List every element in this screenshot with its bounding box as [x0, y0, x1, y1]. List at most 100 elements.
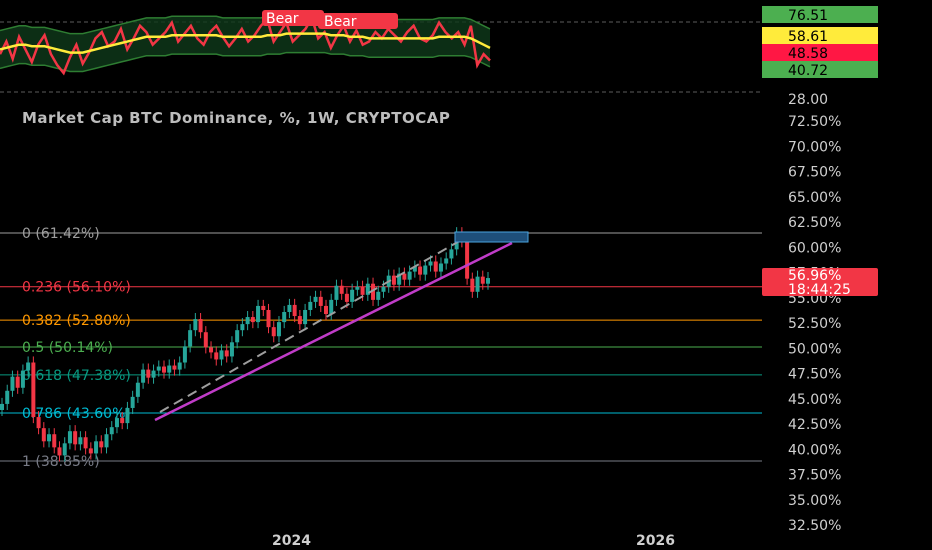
top-zone-box — [454, 231, 529, 243]
y-tick-label: 70.00% — [788, 139, 841, 155]
candle-body — [308, 301, 313, 310]
candle-body — [52, 434, 57, 448]
candle-body — [156, 366, 161, 371]
candle-body — [104, 434, 109, 448]
y-tick-label: 60.00% — [788, 240, 841, 256]
candle-body — [15, 376, 20, 388]
y-tick-label: 45.00% — [788, 392, 841, 408]
fib-level-label: 0.382 (52.80%) — [22, 313, 131, 329]
candle-body — [240, 324, 245, 331]
y-tick-label: 65.00% — [788, 190, 841, 206]
candle-body — [235, 330, 240, 343]
osc-value-text-4: 40.72 — [788, 63, 828, 79]
candle-body — [172, 365, 177, 370]
osc-axis-label: 28.00 — [788, 92, 828, 108]
osc-value-label-1: 76.51 — [762, 6, 878, 24]
fib-level-label: 0.5 (50.14%) — [22, 340, 113, 356]
candle-body — [193, 319, 198, 331]
y-tick-label: 35.00% — [788, 493, 841, 509]
candle-body — [125, 407, 130, 424]
candle-body — [146, 369, 151, 378]
candle-body — [229, 342, 234, 357]
y-tick-label: 62.50% — [788, 215, 841, 231]
candle-body — [313, 296, 318, 302]
candle-body — [224, 350, 229, 357]
candle-body — [292, 304, 297, 317]
candle-body — [0, 403, 4, 410]
candle-body — [41, 428, 46, 442]
candle-body — [433, 261, 438, 272]
candle-body — [94, 441, 99, 454]
price-axis: 72.50%70.00%67.50%65.00%62.50%60.00%57.5… — [788, 114, 841, 534]
osc-value-text-2: 58.61 — [788, 29, 828, 45]
fib-level-label: 0 (61.42%) — [22, 226, 100, 242]
candle-body — [88, 448, 93, 454]
candle-body — [360, 286, 365, 295]
candle-body — [135, 382, 140, 397]
candle-body — [67, 431, 72, 444]
candle-body — [475, 276, 480, 292]
bear-signal-2: Bear — [318, 13, 398, 30]
y-tick-label: 37.50% — [788, 468, 841, 484]
osc-band-fill — [0, 14, 490, 72]
candle-body — [480, 276, 485, 284]
candle-body — [167, 365, 172, 373]
candle-body — [36, 417, 41, 429]
candle-body — [73, 431, 78, 445]
candle-body — [203, 332, 208, 348]
candle-body — [407, 271, 412, 280]
fib-level-label: 1 (38.85%) — [22, 454, 100, 470]
candle-body — [198, 319, 203, 333]
y-tick-label: 32.50% — [788, 518, 841, 534]
candle-body — [83, 437, 88, 449]
osc-value-text-1: 76.51 — [788, 8, 828, 24]
candle-body — [256, 305, 261, 323]
candle-body — [376, 291, 381, 300]
candle-body — [10, 376, 15, 391]
oscillator-panel: Bear Bear 76.51 58.61 48.58 40.72 28.00 — [0, 6, 878, 108]
candle-body — [402, 273, 407, 280]
candle-body — [57, 447, 62, 456]
candle-body — [114, 418, 119, 428]
candle-body — [465, 241, 470, 279]
countdown-text: 18:44:25 — [788, 282, 851, 298]
candle-body — [130, 396, 135, 408]
candle-body — [188, 330, 193, 347]
candle-body — [438, 263, 443, 272]
candle-body — [303, 309, 308, 325]
candle-body — [209, 347, 214, 353]
parallel-channel-line — [159, 234, 471, 413]
y-tick-label: 67.50% — [788, 165, 841, 181]
candle-body — [339, 285, 344, 294]
x-tick-2024: 2024 — [272, 533, 311, 549]
candle-body — [250, 317, 255, 323]
candle-body — [334, 285, 339, 300]
candle-body — [449, 249, 454, 259]
candle-body — [423, 265, 428, 275]
candle-body — [26, 362, 31, 371]
bear-signal-1-label: Bear — [266, 11, 299, 27]
candle-body — [99, 441, 104, 448]
current-price-tag: 56.96% 18:44:25 — [762, 268, 878, 298]
candle-body — [109, 427, 114, 435]
x-tick-2026: 2026 — [636, 533, 675, 549]
candle-body — [120, 418, 125, 424]
fib-retracement: 0 (61.42%) 0.236 (56.10%) 0.382 (52.80%) 0.… — [0, 226, 762, 470]
candle-body — [162, 366, 166, 373]
candle-body — [31, 362, 36, 418]
osc-value-label-4: 40.72 — [762, 61, 878, 79]
osc-value-label-3: 48.58 — [762, 44, 878, 62]
candle-body — [5, 390, 10, 404]
candle-body — [245, 317, 250, 325]
y-tick-label: 47.50% — [788, 367, 841, 383]
candle-body — [261, 305, 266, 310]
bear-signal-1: Bear — [262, 10, 324, 27]
candle-body — [78, 437, 83, 445]
candle-body — [271, 327, 276, 337]
candle-body — [470, 278, 475, 292]
candle-body — [47, 434, 52, 442]
candle-body — [62, 443, 67, 456]
candle-body — [177, 362, 182, 370]
fib-level-label: 0.618 (47.38%) — [22, 368, 131, 384]
y-tick-label: 42.50% — [788, 417, 841, 433]
